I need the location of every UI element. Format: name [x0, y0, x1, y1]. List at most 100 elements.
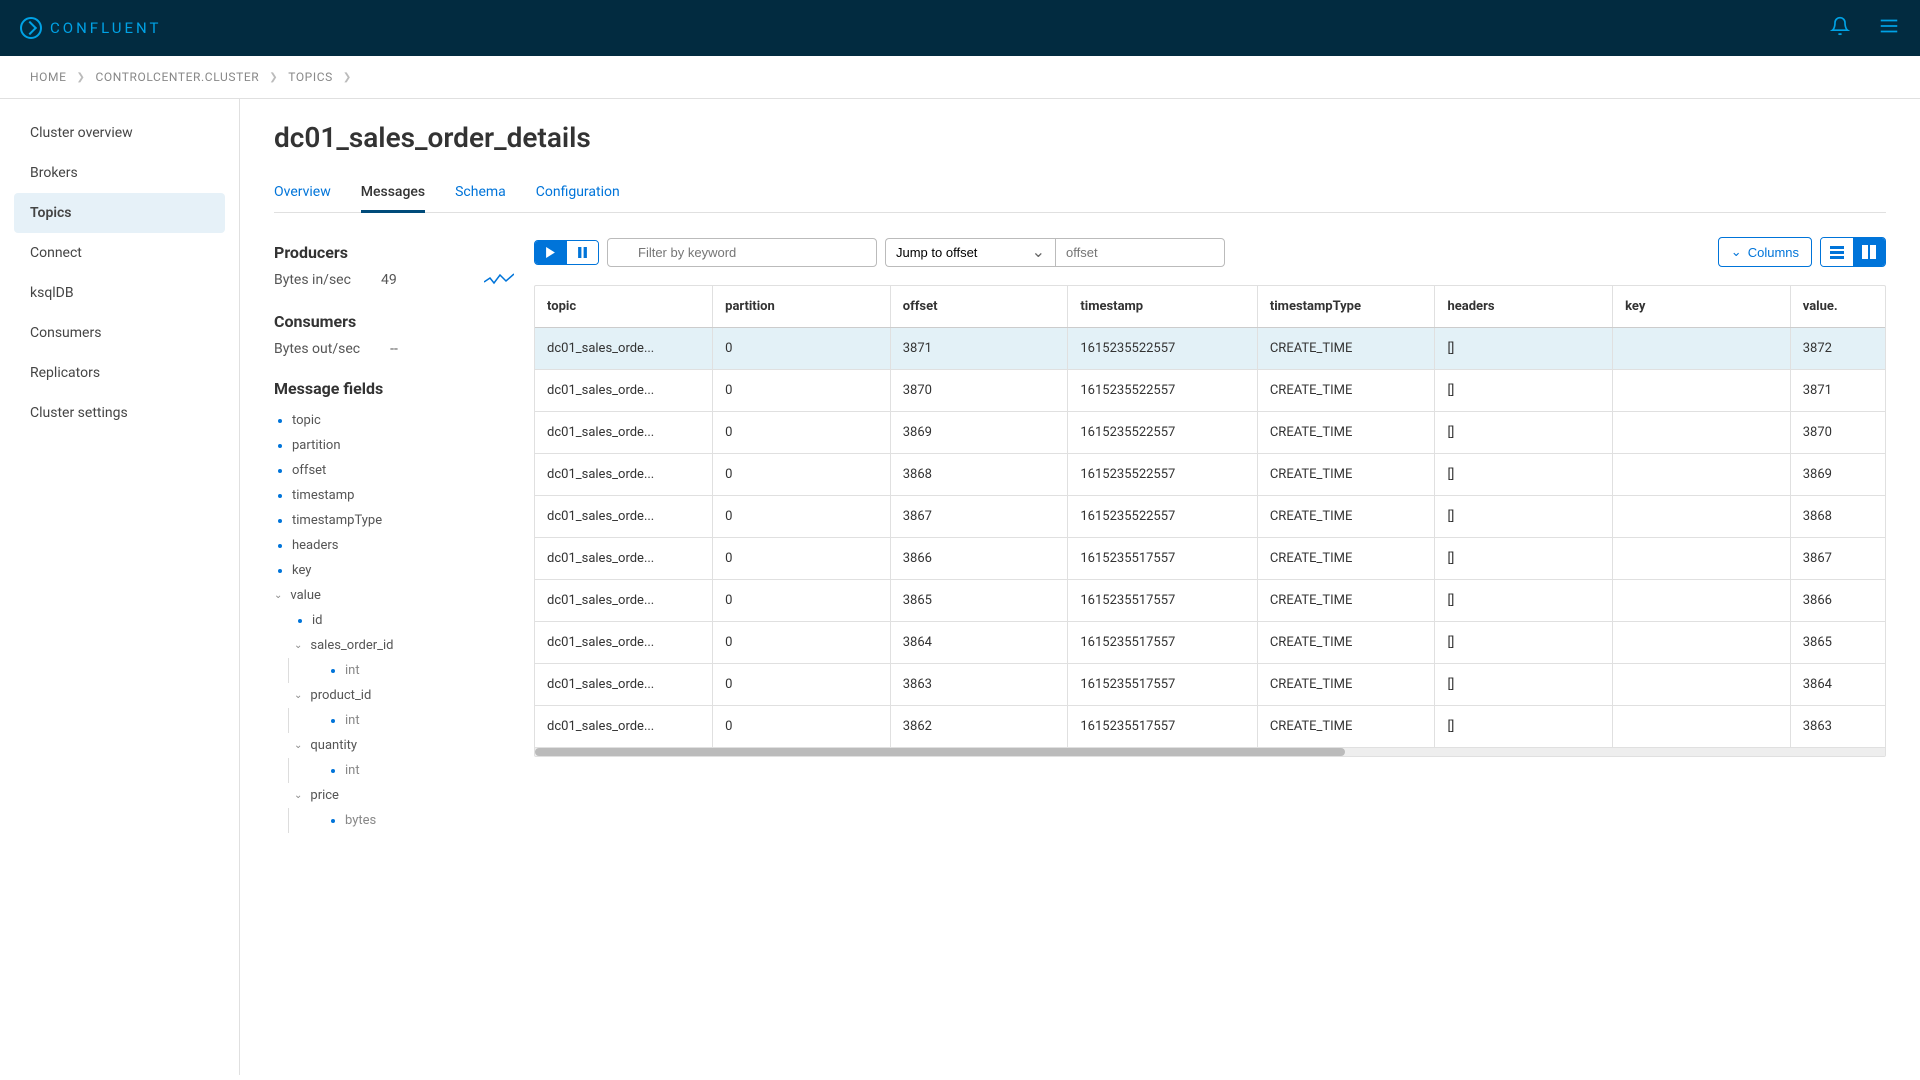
table-row[interactable]: dc01_sales_orde...038681615235522557CREA… — [535, 454, 1885, 496]
cell-partition: 0 — [713, 328, 891, 370]
bell-icon[interactable] — [1830, 16, 1850, 40]
cell-partition: 0 — [713, 622, 891, 664]
breadcrumb: HOME❯ CONTROLCENTER.CLUSTER❯ TOPICS❯ — [0, 56, 1920, 99]
cell-topic: dc01_sales_orde... — [535, 496, 713, 538]
table-row[interactable]: dc01_sales_orde...038621615235517557CREA… — [535, 706, 1885, 748]
field-item[interactable]: headers — [274, 533, 534, 558]
cell-key — [1613, 496, 1791, 538]
field-item[interactable]: timestamp — [274, 483, 534, 508]
cell-value: 3868 — [1790, 496, 1885, 538]
columns-button[interactable]: ⌄ Columns — [1718, 237, 1812, 267]
left-panel: Producers Bytes in/sec 49 Consumers Byte… — [274, 237, 534, 833]
filter-input[interactable] — [607, 238, 877, 267]
play-button[interactable] — [535, 241, 566, 264]
sidebar-item-connect[interactable]: Connect — [0, 233, 239, 273]
jump-select[interactable]: Jump to offset — [885, 238, 1055, 267]
cell-key — [1613, 622, 1791, 664]
producers-title: Producers — [274, 243, 534, 262]
chevron-down-icon: ⌄ — [274, 590, 282, 601]
chevron-down-icon: ⌄ — [294, 690, 302, 701]
table-row[interactable]: dc01_sales_orde...038661615235517557CREA… — [535, 538, 1885, 580]
sidebar-item-topics[interactable]: Topics — [14, 193, 225, 233]
chevron-right-icon: ❯ — [77, 72, 86, 83]
table-row[interactable]: dc01_sales_orde...038691615235522557CREA… — [535, 412, 1885, 454]
sidebar-item-brokers[interactable]: Brokers — [0, 153, 239, 193]
cell-timestamp: 1615235522557 — [1068, 412, 1257, 454]
field-item[interactable]: ⌄value — [274, 583, 534, 608]
cell-timestampType: CREATE_TIME — [1257, 412, 1435, 454]
field-item[interactable]: ⌄quantity — [274, 733, 534, 758]
sidebar-item-ksqldb[interactable]: ksqlDB — [0, 273, 239, 313]
table-row[interactable]: dc01_sales_orde...038641615235517557CREA… — [535, 622, 1885, 664]
column-header[interactable]: partition — [713, 286, 891, 328]
column-header[interactable]: value. — [1790, 286, 1885, 328]
field-item[interactable]: offset — [274, 458, 534, 483]
field-item[interactable]: id — [274, 608, 534, 633]
cell-key — [1613, 664, 1791, 706]
table-row[interactable]: dc01_sales_orde...038671615235522557CREA… — [535, 496, 1885, 538]
view-list-button[interactable] — [1821, 238, 1853, 266]
sidebar-item-replicators[interactable]: Replicators — [0, 353, 239, 393]
table-row[interactable]: dc01_sales_orde...038631615235517557CREA… — [535, 664, 1885, 706]
column-header[interactable]: timestampType — [1257, 286, 1435, 328]
pause-button[interactable] — [566, 241, 598, 264]
sidebar-item-cluster-settings[interactable]: Cluster settings — [0, 393, 239, 433]
page-title: dc01_sales_order_details — [274, 121, 1886, 154]
cell-timestamp: 1615235522557 — [1068, 454, 1257, 496]
breadcrumb-item[interactable]: CONTROLCENTER.CLUSTER — [96, 70, 260, 84]
chevron-right-icon: ❯ — [269, 72, 278, 83]
breadcrumb-item[interactable]: TOPICS — [288, 70, 333, 84]
cell-timestampType: CREATE_TIME — [1257, 496, 1435, 538]
field-item[interactable]: ⌄sales_order_id — [274, 633, 534, 658]
breadcrumb-item[interactable]: HOME — [30, 70, 67, 84]
cell-headers: [] — [1435, 328, 1613, 370]
cell-key — [1613, 412, 1791, 454]
table-row[interactable]: dc01_sales_orde...038711615235522557CREA… — [535, 328, 1885, 370]
cell-offset: 3871 — [890, 328, 1068, 370]
view-split-button[interactable] — [1853, 238, 1885, 266]
field-item[interactable]: timestampType — [274, 508, 534, 533]
field-item[interactable]: ⌄price — [274, 783, 534, 808]
menu-icon[interactable] — [1878, 15, 1900, 41]
cell-partition: 0 — [713, 664, 891, 706]
field-type: int — [288, 708, 534, 733]
tab-messages[interactable]: Messages — [361, 174, 425, 213]
sidebar-item-consumers[interactable]: Consumers — [0, 313, 239, 353]
field-item[interactable]: key — [274, 558, 534, 583]
cell-timestamp: 1615235517557 — [1068, 580, 1257, 622]
field-item[interactable]: ⌄product_id — [274, 683, 534, 708]
brand-label: CONFLUENT — [50, 19, 161, 37]
sidebar-item-cluster-overview[interactable]: Cluster overview — [0, 113, 239, 153]
tab-schema[interactable]: Schema — [455, 174, 506, 212]
cell-value: 3863 — [1790, 706, 1885, 748]
chevron-down-icon: ⌄ — [294, 640, 302, 651]
table-row[interactable]: dc01_sales_orde...038651615235517557CREA… — [535, 580, 1885, 622]
column-header[interactable]: key — [1613, 286, 1791, 328]
cell-partition: 0 — [713, 496, 891, 538]
column-header[interactable]: headers — [1435, 286, 1613, 328]
offset-input[interactable] — [1055, 238, 1225, 267]
stat-label: Bytes in/sec — [274, 272, 351, 290]
cell-headers: [] — [1435, 706, 1613, 748]
tab-configuration[interactable]: Configuration — [536, 174, 620, 212]
horizontal-scrollbar[interactable] — [535, 748, 1885, 756]
column-header[interactable]: timestamp — [1068, 286, 1257, 328]
column-header[interactable]: offset — [890, 286, 1068, 328]
cell-headers: [] — [1435, 412, 1613, 454]
cell-timestampType: CREATE_TIME — [1257, 622, 1435, 664]
table-row[interactable]: dc01_sales_orde...038701615235522557CREA… — [535, 370, 1885, 412]
field-item[interactable]: topic — [274, 408, 534, 433]
consumers-stat: Bytes out/sec -- — [274, 341, 534, 357]
stat-label: Bytes out/sec — [274, 341, 360, 357]
fields-title: Message fields — [274, 379, 534, 398]
cell-value: 3867 — [1790, 538, 1885, 580]
column-header[interactable]: topic — [535, 286, 713, 328]
sparkline-icon — [484, 272, 514, 290]
brand[interactable]: CONFLUENT — [20, 17, 161, 39]
sidebar: Cluster overviewBrokersTopicsConnectksql… — [0, 99, 240, 1075]
tab-overview[interactable]: Overview — [274, 174, 331, 212]
chevron-down-icon: ⌄ — [1731, 244, 1742, 260]
cell-partition: 0 — [713, 706, 891, 748]
cell-partition: 0 — [713, 370, 891, 412]
field-item[interactable]: partition — [274, 433, 534, 458]
